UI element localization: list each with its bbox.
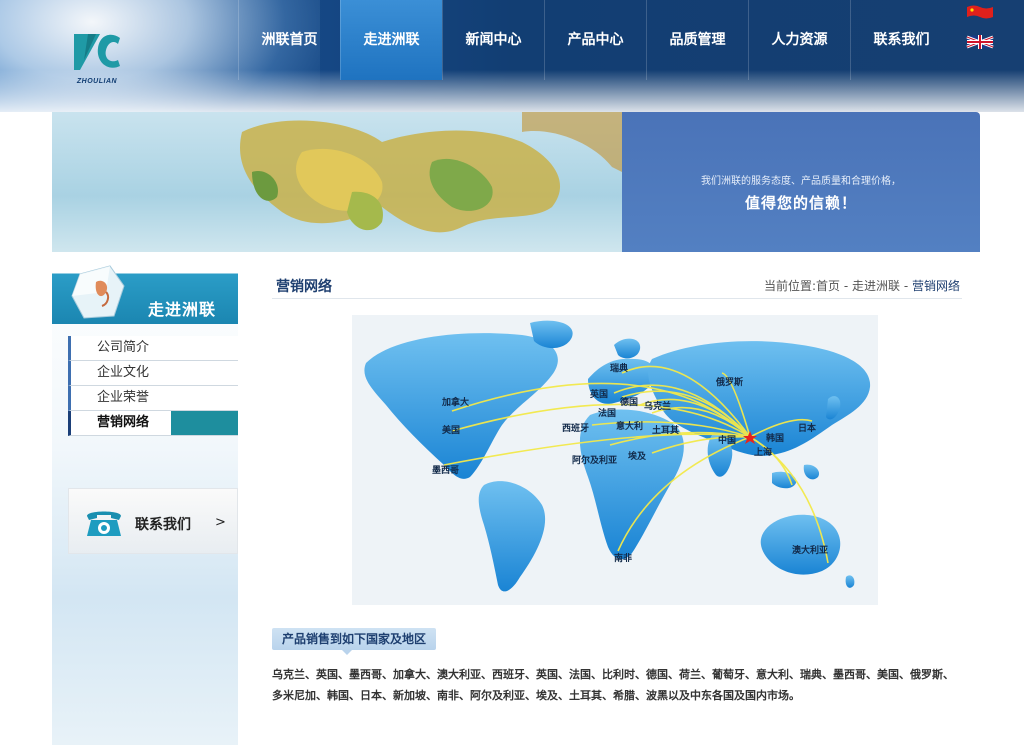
map-label-canada: 加拿大: [441, 396, 469, 408]
zhoulian-logo-icon: [74, 34, 120, 70]
chevron-right-icon: >: [215, 515, 226, 530]
map-label-japan: 日本: [798, 422, 817, 434]
section-tag: 产品销售到如下国家及地区: [272, 628, 437, 650]
nav-quality[interactable]: 品质管理: [646, 0, 748, 80]
sidebar-menu: 公司简介 企业文化 企业荣誉 营销网络: [68, 336, 238, 436]
world-map-icon: 瑞典 俄罗斯 加拿大 英国 德国 乌克兰 法国 西班牙 意大利 土耳其 美国 中…: [364, 320, 871, 592]
uk-flag-icon[interactable]: [966, 34, 994, 50]
nav-products[interactable]: 产品中心: [544, 0, 646, 80]
site-header: ZHOULIAN 洲联首页 走进洲联 新闻中心 产品中心 品质管理 人力资源 联…: [0, 0, 1024, 112]
section-tag-pointer: [342, 650, 352, 655]
map-label-turkey: 土耳其: [652, 424, 679, 436]
telephone-icon: [87, 511, 121, 536]
map-label-uk: 英国: [589, 388, 608, 400]
map-label-russia: 俄罗斯: [715, 376, 743, 388]
banner-slogan-panel: 我们洲联的服务态度、产品质量和合理价格， 值得您的信赖！: [622, 112, 980, 252]
china-flag-icon[interactable]: [966, 4, 994, 20]
map-label-usa: 美国: [442, 424, 460, 436]
sidebar-header: 走进洲联: [52, 252, 238, 324]
banner-globe-image: [52, 112, 622, 252]
sidebar-item-honors[interactable]: 企业荣誉: [68, 386, 238, 411]
sidebar-title: 走进洲联: [148, 300, 217, 319]
breadcrumb-section[interactable]: 走进洲联: [852, 279, 900, 293]
breadcrumb-separator: -: [840, 279, 852, 293]
page-title: 营销网络: [276, 279, 332, 295]
map-label-algeria: 阿尔及利亚: [572, 454, 617, 466]
map-label-korea: 韩国: [766, 432, 784, 444]
map-label-italy: 意大利: [616, 420, 643, 432]
breadcrumb-prefix: 当前位置:: [763, 279, 817, 293]
breadcrumb-separator: -: [900, 279, 912, 293]
map-label-south-africa: 南非: [614, 552, 632, 564]
hero-banner: 我们洲联的服务态度、产品质量和合理价格， 值得您的信赖！: [52, 112, 980, 252]
globe-map-icon: [240, 112, 622, 233]
map-label-australia: 澳大利亚: [792, 544, 828, 556]
title-divider: [272, 298, 962, 299]
language-switcher: [966, 4, 1000, 64]
sidebar-contact-button[interactable]: 联系我们 >: [68, 488, 238, 554]
breadcrumb-home[interactable]: 首页: [816, 279, 840, 293]
breadcrumb: 当前位置:首页 - 走进洲联 - 营销网络: [764, 277, 960, 294]
contact-label: 联系我们: [135, 517, 191, 533]
map-label-france: 法国: [598, 407, 616, 419]
main-content: 营销网络 当前位置:首页 - 走进洲联 - 营销网络 瑞典 俄罗斯 加拿大 英国…: [272, 252, 962, 745]
breadcrumb-current: 营销网络: [911, 279, 960, 293]
company-logo[interactable]: ZHOULIAN: [70, 30, 124, 92]
main-nav: 洲联首页 走进洲联 新闻中心 产品中心 品质管理 人力资源 联系我们: [238, 0, 952, 80]
sidebar-item-company-profile[interactable]: 公司简介: [68, 336, 238, 361]
map-label-ukraine: 乌克兰: [644, 400, 671, 412]
map-label-sweden: 瑞典: [610, 362, 628, 374]
map-label-spain: 西班牙: [562, 422, 589, 434]
sidebar-item-sales-network[interactable]: 营销网络: [68, 411, 238, 436]
map-label-mexico: 墨西哥: [432, 465, 459, 476]
nav-hr[interactable]: 人力资源: [748, 0, 850, 80]
countries-list-text: 乌克兰、英国、墨西哥、加拿大、澳大利亚、西班牙、英国、法国、比利时、德国、荷兰、…: [272, 668, 954, 702]
sidebar-item-corporate-culture[interactable]: 企业文化: [68, 361, 238, 386]
sales-network-map: 瑞典 俄罗斯 加拿大 英国 德国 乌克兰 法国 西班牙 意大利 土耳其 美国 中…: [352, 315, 878, 605]
nav-contact[interactable]: 联系我们: [850, 0, 952, 80]
nav-about[interactable]: 走进洲联: [340, 0, 442, 80]
nav-home[interactable]: 洲联首页: [238, 0, 340, 80]
nav-news[interactable]: 新闻中心: [442, 0, 544, 80]
map-label-shanghai: 上海: [754, 446, 772, 458]
logo-text: ZHOULIAN: [76, 78, 118, 85]
map-label-germany: 德国: [620, 396, 638, 408]
ice-cube-icon: [71, 265, 125, 319]
banner-slogan-line2: 值得您的信赖！: [744, 194, 857, 212]
banner-slogan-line1: 我们洲联的服务态度、产品质量和合理价格，: [701, 176, 901, 187]
map-label-egypt: 埃及: [628, 450, 647, 462]
map-label-china: 中国: [718, 434, 736, 446]
